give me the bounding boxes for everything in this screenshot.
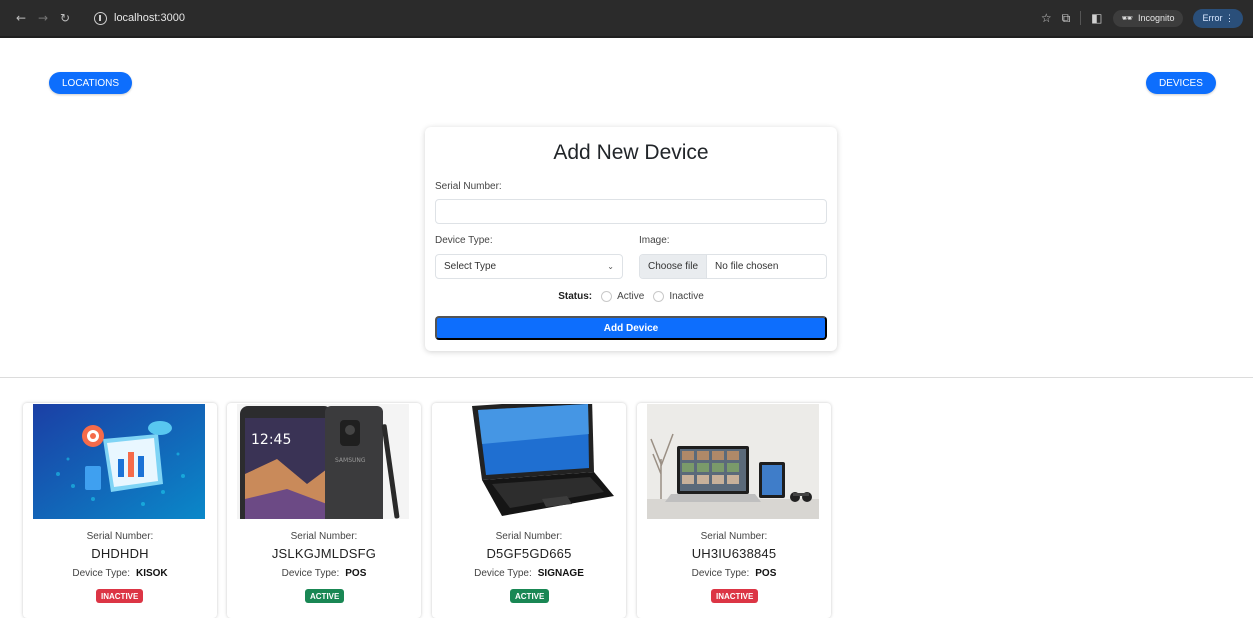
incognito-icon: 🕶 — [1121, 12, 1133, 23]
svg-text:SAMSUNG: SAMSUNG — [335, 457, 366, 464]
status-active-radio[interactable] — [601, 291, 613, 302]
menu-icon: ⋮ — [1225, 12, 1234, 23]
serial-value: D5GF5GD665 — [486, 546, 572, 561]
serial-label: Serial Number: — [86, 531, 154, 542]
image-file-input[interactable]: Choose file No file chosen — [639, 254, 827, 279]
error-label: Error — [1202, 12, 1223, 23]
reload-icon[interactable]: ↻ — [54, 11, 76, 25]
incognito-label: Incognito — [1137, 13, 1175, 23]
device-card: Serial Number: UH3IU638845 Device Type: P… — [637, 403, 831, 618]
toolbar-divider — [1080, 11, 1082, 25]
device-image-phone: 12:45 SAMSUNG — [237, 404, 409, 519]
serial-label: Serial Number: — [700, 531, 768, 542]
device-type-label: Device Type: — [691, 568, 750, 579]
devices-button[interactable]: DEVICES — [1146, 72, 1216, 94]
serial-value: UH3IU638845 — [691, 546, 777, 561]
svg-text:12:45: 12:45 — [251, 432, 291, 448]
status-badge: ACTIVE — [510, 589, 550, 603]
incognito-badge[interactable]: 🕶 Incognito — [1112, 9, 1184, 27]
add-device-button[interactable]: Add Device — [435, 316, 827, 340]
image-label: Image: — [639, 235, 670, 246]
side-panel-icon[interactable]: ◧ — [1091, 11, 1102, 25]
address-bar[interactable]: localhost:3000 — [84, 6, 195, 30]
device-type: Device Type: POS — [637, 568, 831, 579]
device-type: Device Type: KISOK — [23, 568, 217, 579]
locations-button[interactable]: LOCATIONS — [49, 72, 133, 94]
browser-toolbar: ← → ↻ localhost:3000 ☆ ⧉ ◧ 🕶 Incognito E… — [0, 0, 1253, 38]
status-inactive-radio[interactable] — [653, 291, 665, 302]
serial-value: DHDHDH — [91, 546, 149, 561]
status-badge: INACTIVE — [96, 589, 144, 603]
forward-icon[interactable]: → — [32, 11, 54, 25]
device-image-kiosk — [33, 404, 205, 519]
form-title: Add New Device — [553, 141, 709, 164]
url-text: localhost:3000 — [114, 12, 185, 24]
device-type-label: Device Type: — [435, 235, 493, 246]
serial-value: JSLKGJMLDSFG — [271, 546, 377, 561]
device-type-value: SIGNAGE — [537, 568, 584, 579]
serial-label: Serial Number: — [290, 531, 358, 542]
add-device-form: Add New Device Serial Number: Device Typ… — [425, 127, 837, 351]
serial-number-input[interactable] — [435, 199, 827, 224]
device-type-label: Device Type: — [281, 568, 340, 579]
status-badge: ACTIVE — [305, 589, 345, 603]
star-icon[interactable]: ☆ — [1041, 11, 1052, 25]
device-type-label: Device Type: — [474, 568, 532, 579]
status-inactive-label[interactable]: Inactive — [669, 291, 703, 302]
device-type-select[interactable]: Select Type ⌄ — [435, 254, 623, 279]
serial-number-label: Serial Number: — [435, 181, 502, 192]
file-status: No file chosen — [715, 261, 779, 272]
device-type: Device Type: SIGNAGE — [432, 568, 626, 579]
choose-file-button[interactable]: Choose file — [640, 255, 708, 278]
device-card: Serial Number: D5GF5GD665 Device Type: SI… — [432, 403, 626, 618]
device-type-selected: Select Type — [444, 261, 497, 272]
device-image-laptop — [442, 404, 614, 519]
device-image-pos-setup — [647, 404, 819, 519]
serial-label: Serial Number: — [495, 531, 563, 542]
error-button[interactable]: Error ⋮ — [1193, 8, 1243, 28]
device-type-value: POS — [345, 568, 367, 579]
device-type-label: Device Type: — [72, 568, 130, 579]
device-type-value: POS — [755, 568, 777, 579]
section-divider — [0, 377, 1253, 378]
site-info-icon[interactable] — [94, 11, 107, 25]
back-icon[interactable]: ← — [10, 11, 32, 25]
status-label: Status: — [558, 291, 593, 302]
status-badge: INACTIVE — [711, 589, 759, 603]
status-active-label[interactable]: Active — [617, 291, 644, 302]
device-card: Serial Number: DHDHDH Device Type: KISOK … — [23, 403, 217, 618]
device-card: 12:45 SAMSUNG Serial Number: JSLKGJMLDSF… — [227, 403, 421, 618]
browser-actions: ☆ ⧉ ◧ 🕶 Incognito Error ⋮ — [1041, 8, 1243, 28]
chevron-down-icon: ⌄ — [607, 262, 614, 271]
status-group: Status: Active Inactive — [425, 291, 837, 302]
device-type: Device Type: POS — [227, 568, 421, 579]
extensions-icon[interactable]: ⧉ — [1062, 11, 1071, 26]
device-type-value: KISOK — [135, 568, 168, 579]
